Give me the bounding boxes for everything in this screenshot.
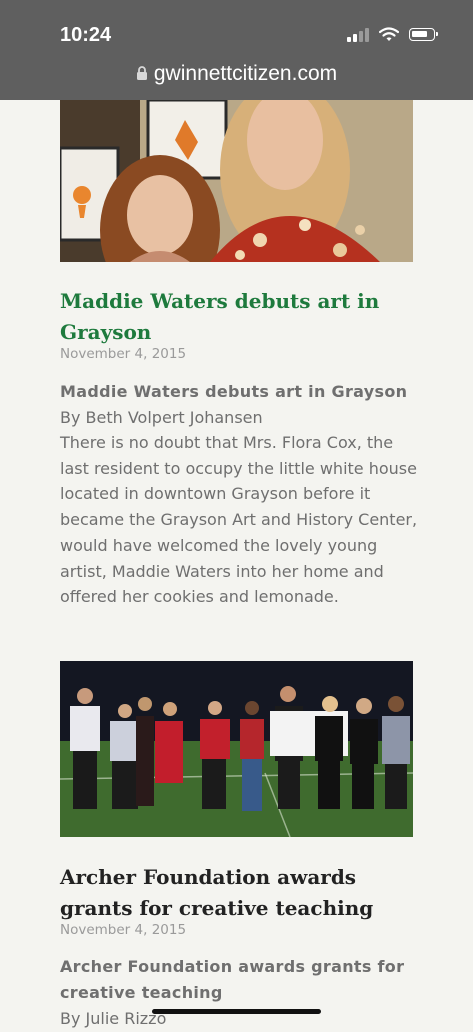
lock-icon [136, 66, 147, 80]
url-text: gwinnettcitizen.com [153, 62, 338, 85]
article-1-image[interactable] [60, 100, 413, 262]
article-1-date: November 4, 2015 [60, 346, 187, 362]
article-1-excerpt: There is no doubt that Mrs. Flora Cox, t… [60, 433, 418, 607]
status-time: 10:24 [60, 24, 112, 46]
browser-top-bar: 10:24 gwinnettcitizen.com [0, 0, 473, 100]
article-1-excerpt-title: Maddie Waters debuts art in Grayson [60, 382, 408, 401]
article-2-image[interactable] [60, 661, 413, 837]
signal-icon [347, 27, 369, 42]
home-indicator[interactable] [152, 1009, 321, 1014]
article-2-date: November 4, 2015 [60, 922, 187, 938]
article-1-title[interactable]: Maddie Waters debuts art in Grayson [60, 286, 413, 348]
article-1-byline: By Beth Volpert Johansen [60, 408, 263, 427]
wifi-icon [379, 27, 399, 41]
article-2-title[interactable]: Archer Foundation awards grants for crea… [60, 862, 413, 924]
address-bar[interactable]: gwinnettcitizen.com [0, 62, 473, 86]
article-2-excerpt-title: Archer Foundation awards grants for crea… [60, 957, 405, 1002]
battery-icon [409, 28, 438, 41]
status-icons [347, 27, 438, 42]
